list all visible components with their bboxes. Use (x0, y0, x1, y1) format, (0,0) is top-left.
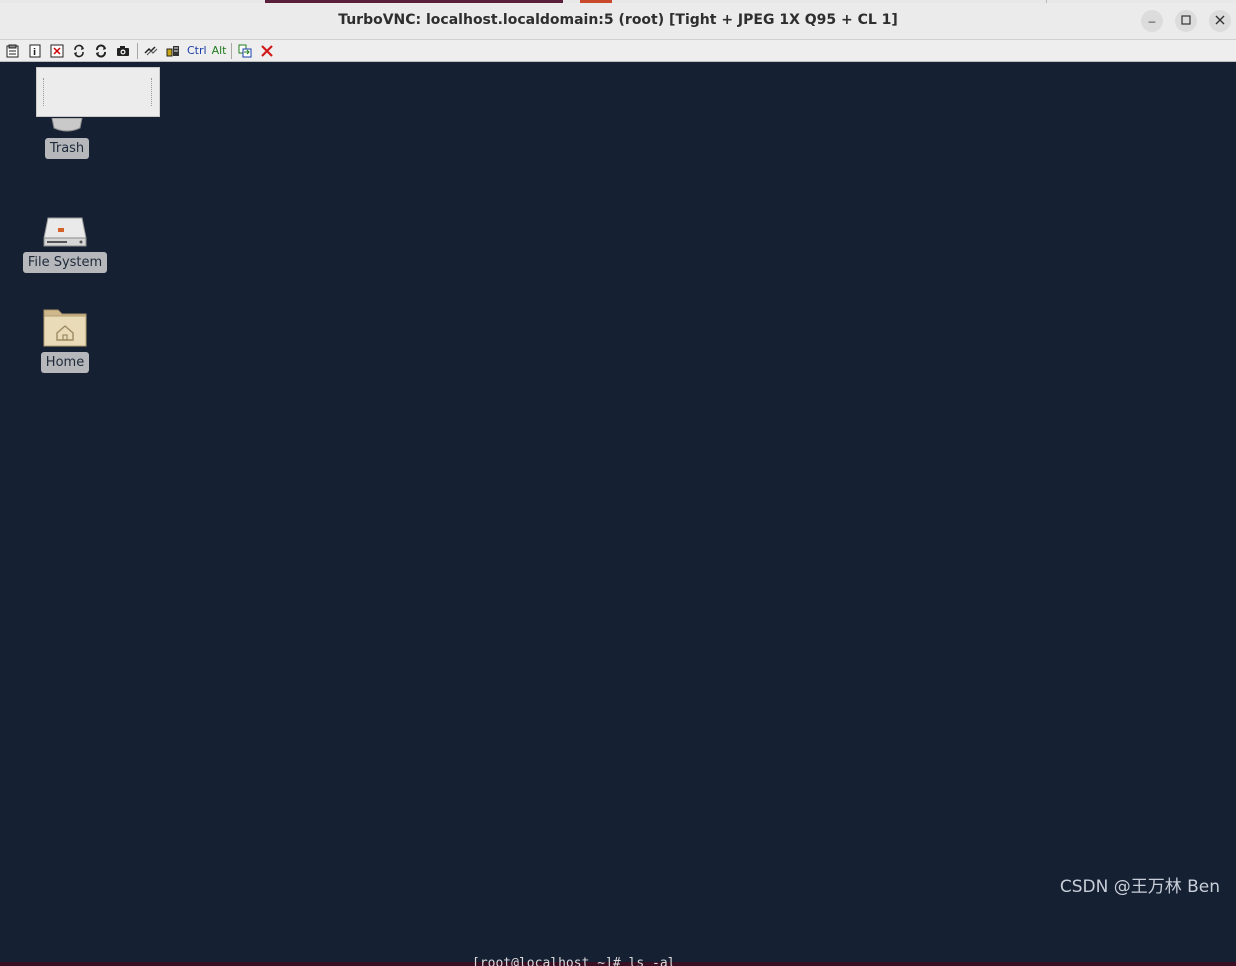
watermark: CSDN @王万林 Ben (1059, 877, 1220, 897)
host-terminal-text: [root@localhost ~]# ls -al (472, 956, 676, 966)
view-only-button[interactable] (164, 42, 182, 60)
request-refresh-button[interactable] (92, 42, 110, 60)
info-button[interactable]: i (26, 42, 44, 60)
toolbar-separator (231, 42, 233, 59)
close-icon (1215, 14, 1225, 28)
disconnect-button[interactable] (258, 42, 276, 60)
trash-icon (51, 118, 83, 132)
maximize-icon (1181, 14, 1191, 28)
window-titlebar[interactable]: TurboVNC: localhost.localdomain:5 (root)… (0, 3, 1236, 40)
remote-desktop[interactable]: Trash File System Home (0, 62, 1236, 966)
panel-grip-right[interactable] (151, 78, 153, 106)
ctrl-key-button[interactable]: Ctrl (187, 44, 207, 57)
options-icon (6, 44, 19, 57)
screenshot-button[interactable] (114, 42, 132, 60)
request-refresh-icon (96, 44, 106, 57)
minimize-icon: – (1148, 14, 1156, 28)
clipboard-transfer-icon (238, 44, 252, 57)
toolbar-separator (137, 42, 138, 59)
maximize-button[interactable] (1175, 10, 1197, 32)
desktop-icon-file-system[interactable]: File System (20, 200, 110, 273)
desktop-icon-label: Home (40, 352, 90, 373)
desktop-icon-trash[interactable]: Trash (22, 114, 112, 159)
desktop-icon-label: Trash (44, 138, 90, 159)
view-only-icon (166, 45, 179, 56)
minimize-button[interactable]: – (1141, 10, 1163, 32)
fullscreen-icon (50, 44, 64, 57)
window-title: TurboVNC: localhost.localdomain:5 (root)… (338, 12, 898, 28)
drive-icon (43, 217, 87, 247)
panel-grip-left[interactable] (43, 78, 45, 106)
screen: TurboVNC: localhost.localdomain:5 (root)… (0, 0, 1236, 966)
home-folder-icon-frame (41, 300, 89, 348)
close-button[interactable] (1209, 10, 1231, 32)
fullscreen-button[interactable] (48, 42, 66, 60)
svg-text:i: i (33, 48, 36, 58)
refresh-button[interactable] (70, 42, 88, 60)
desktop-icon-home[interactable]: Home (20, 300, 110, 373)
refresh-icon (74, 44, 84, 57)
trash-icon-frame (43, 114, 91, 134)
info-icon: i (29, 44, 41, 58)
screenshot-icon (117, 45, 129, 56)
desktop-panel-popup[interactable] (36, 67, 160, 117)
clipboard-transfer-button[interactable] (236, 42, 254, 60)
lossless-refresh-button[interactable] (142, 42, 160, 60)
vnc-toolbar: i Ctrl Alt (0, 40, 1236, 62)
home-folder-icon (43, 309, 87, 347)
disconnect-icon (261, 44, 274, 57)
drive-icon-frame (41, 200, 89, 248)
desktop-icon-label: File System (22, 252, 108, 273)
lossless-refresh-icon (144, 45, 158, 55)
options-button[interactable] (4, 42, 22, 60)
alt-key-button[interactable]: Alt (212, 44, 227, 57)
